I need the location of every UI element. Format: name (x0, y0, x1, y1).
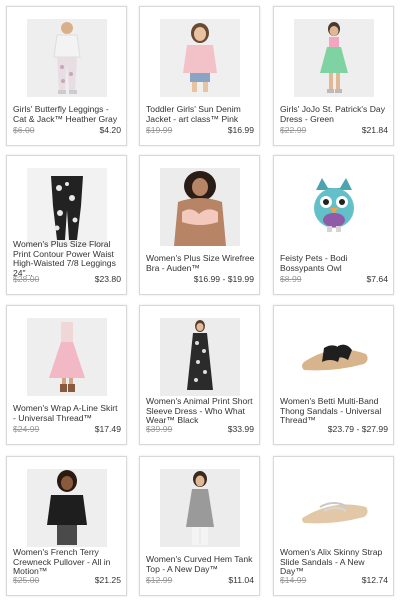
sale-price: $7.64 (366, 274, 388, 284)
original-price: $14.99 (280, 575, 307, 585)
product-title[interactable]: Feisty Pets - Bodi Bossypants Owl (280, 254, 389, 273)
sale-price: $23.80 (94, 274, 121, 284)
pink-skirt-image[interactable] (27, 318, 107, 396)
price-row: $23.79 - $27.99 (280, 424, 388, 435)
product-card[interactable]: Girls' JoJo St. Patrick's Day Dress - Gr… (273, 6, 394, 146)
product-title[interactable]: Women's Plus Size Floral Print Contour P… (13, 240, 122, 278)
product-title[interactable]: Women's Wrap A-Line Skirt - Universal Th… (13, 404, 122, 423)
original-price: $39.99 (146, 424, 173, 434)
leggings-kid-image[interactable] (27, 19, 107, 97)
owl-plush-image[interactable] (294, 168, 374, 246)
sale-price: $33.99 (227, 424, 254, 434)
sale-price: $12.74 (361, 575, 388, 585)
product-title[interactable]: Women's French Terry Crewneck Pullover -… (13, 548, 122, 577)
price-row: $8.99 $7.64 (280, 274, 388, 285)
sale-price: $21.84 (361, 125, 388, 135)
sale-price: $4.20 (99, 125, 121, 135)
price-range: $23.79 - $27.99 (327, 424, 388, 434)
original-price: $19.99 (146, 125, 173, 135)
original-price: $12.99 (146, 575, 173, 585)
product-card[interactable]: Women's French Terry Crewneck Pullover -… (6, 456, 127, 596)
price-row: $16.99 - $19.99 (146, 274, 254, 285)
product-card[interactable]: Girls' Butterfly Leggings - Cat & Jack™ … (6, 6, 127, 146)
original-price: $6.00 (13, 125, 35, 135)
product-title[interactable]: Women's Betti Multi-Band Thong Sandals -… (280, 397, 389, 426)
product-title[interactable]: Girls' Butterfly Leggings - Cat & Jack™ … (13, 105, 122, 124)
sale-price: $17.49 (94, 424, 121, 434)
bra-model-image[interactable] (160, 168, 240, 246)
product-card[interactable]: Women's Wrap A-Line Skirt - Universal Th… (6, 305, 127, 445)
product-grid: Girls' Butterfly Leggings - Cat & Jack™ … (0, 0, 400, 600)
price-row: $24.99 $17.49 (13, 424, 121, 435)
price-row: $25.00 $21.25 (13, 575, 121, 586)
price-row: $22.99 $21.84 (280, 125, 388, 136)
product-card[interactable]: Women's Plus Size Floral Print Contour P… (6, 155, 127, 295)
price-range: $16.99 - $19.99 (193, 274, 254, 284)
black-sandal-image[interactable] (294, 318, 374, 396)
original-price: $22.99 (280, 125, 307, 135)
product-title[interactable]: Girls' JoJo St. Patrick's Day Dress - Gr… (280, 105, 389, 124)
product-card[interactable]: Toddler Girls' Sun Denim Jacket - art cl… (139, 6, 260, 146)
original-price: $24.99 (13, 424, 40, 434)
original-price: $8.99 (280, 274, 302, 284)
product-card[interactable]: Women's Animal Print Short Sleeve Dress … (139, 305, 260, 445)
product-title[interactable]: Women's Alix Skinny Strap Slide Sandals … (280, 548, 389, 577)
price-row: $28.00 $23.80 (13, 274, 121, 285)
sale-price: $16.99 (227, 125, 254, 135)
animal-print-dress-image[interactable] (160, 318, 240, 396)
floral-leggings-image[interactable] (27, 168, 107, 246)
product-card[interactable]: Women's Curved Hem Tank Top - A New Day™… (139, 456, 260, 596)
price-row: $6.00 $4.20 (13, 125, 121, 136)
price-row: $12.99 $11.04 (146, 575, 254, 586)
product-card[interactable]: Feisty Pets - Bodi Bossypants Owl $8.99 … (273, 155, 394, 295)
girl-pink-jacket-image[interactable] (160, 19, 240, 97)
product-title[interactable]: Women's Plus Size Wirefree Bra - Auden™ (146, 254, 255, 273)
product-title[interactable]: Women's Curved Hem Tank Top - A New Day™ (146, 555, 255, 574)
price-row: $14.99 $12.74 (280, 575, 388, 586)
black-pullover-image[interactable] (27, 469, 107, 547)
sale-price: $11.04 (228, 575, 254, 585)
product-title[interactable]: Toddler Girls' Sun Denim Jacket - art cl… (146, 105, 255, 124)
original-price: $28.00 (13, 274, 40, 284)
sale-price: $21.25 (94, 575, 121, 585)
product-card[interactable]: Women's Alix Skinny Strap Slide Sandals … (273, 456, 394, 596)
product-title[interactable]: Women's Animal Print Short Sleeve Dress … (146, 397, 255, 426)
product-card[interactable]: Women's Betti Multi-Band Thong Sandals -… (273, 305, 394, 445)
product-card[interactable]: Women's Plus Size Wirefree Bra - Auden™ … (139, 155, 260, 295)
slide-sandal-image[interactable] (294, 469, 374, 547)
price-row: $39.99 $33.99 (146, 424, 254, 435)
girl-green-dress-image[interactable] (294, 19, 374, 97)
tank-top-image[interactable] (160, 469, 240, 547)
original-price: $25.00 (13, 575, 40, 585)
price-row: $19.99 $16.99 (146, 125, 254, 136)
